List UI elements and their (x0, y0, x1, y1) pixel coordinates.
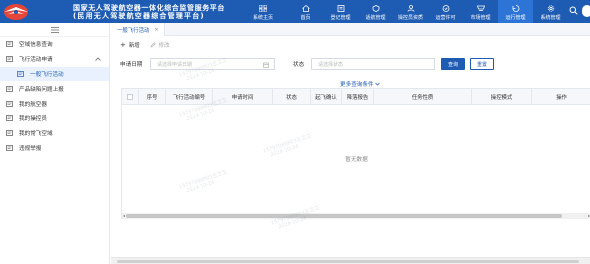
sidebar-item-violation-report[interactable]: 违规举报 (0, 141, 109, 156)
tab-label: 一般飞行活动 (117, 27, 150, 34)
search-button[interactable]: 查询 (441, 58, 465, 70)
nav-label: 登记管理 (330, 15, 351, 21)
scrollbar-thumb[interactable] (117, 260, 579, 263)
hamburger-icon (50, 26, 59, 33)
chevron-up-icon (95, 57, 101, 61)
calendar-icon (263, 62, 269, 68)
edit-button[interactable]: 修改 (150, 41, 170, 49)
search-icon[interactable] (569, 6, 578, 15)
document-icon (6, 56, 13, 63)
add-label: 新增 (128, 43, 140, 49)
license-icon (442, 5, 449, 12)
column-header: 任务性质 (374, 89, 472, 105)
column-header: 操作 (556, 95, 567, 101)
sidebar: 空域信息查询 飞行活动申请 一般飞行活动 产品缺陷问题上报 我的航空器 我的操控… (0, 23, 110, 264)
date-filter-placeholder: 请选择申请日期 (157, 61, 193, 68)
column-header: 状态 (273, 89, 311, 105)
page-horizontal-scrollbar[interactable] (111, 257, 590, 264)
table-horizontal-scrollbar[interactable]: ◂ ▸ (122, 213, 590, 219)
operation-icon (512, 5, 519, 12)
sidebar-item-frequent-airspace[interactable]: 我的常飞空域 (0, 126, 109, 141)
nav-system-home[interactable]: 系统主页 (238, 0, 288, 23)
status-filter-placeholder: 请选择状态 (318, 61, 344, 68)
document-icon (6, 115, 13, 122)
nav-airworthiness[interactable]: 适航管理 (358, 0, 393, 23)
sidebar-item-general-flight[interactable]: 一般飞行活动 (0, 66, 109, 82)
grid-icon (259, 5, 267, 12)
document-icon (6, 100, 13, 107)
nav-label: 系统主页 (252, 15, 273, 21)
home-icon (301, 5, 310, 12)
status-filter-label: 状态 (293, 62, 305, 68)
nav-label: 系统管理 (540, 15, 561, 21)
nav-operation-license[interactable]: 运营许可 (428, 0, 463, 23)
column-header: 降落报告 (342, 89, 374, 105)
platform-title: 国家无人驾驶航空器一体化综合监管服务平台 (民用无人驾驶航空器综合管理平台) (73, 4, 225, 20)
sidebar-item-label: 我的操控员 (19, 116, 47, 123)
plus-icon: + (120, 41, 126, 49)
document-icon (6, 130, 13, 137)
select-all-checkbox[interactable] (127, 94, 133, 100)
nav-register[interactable]: 登记管理 (323, 0, 358, 23)
sidebar-item-flight-application[interactable]: 飞行活动申请 (0, 52, 109, 67)
column-header: 序号 (139, 89, 166, 105)
sidebar-item-label: 违规举报 (19, 145, 42, 152)
top-header: 国家无人驾驶航空器一体化综合监管服务平台 (民用无人驾驶航空器综合管理平台) 系… (0, 0, 590, 23)
scrollbar-thumb[interactable] (126, 214, 562, 218)
table-header: 序号 飞行活动编号 申请时间 状态 起飞确认 降落报告 任务性质 操控模式 操作 (122, 89, 590, 105)
nav-label: 运营许可 (435, 15, 456, 21)
sidebar-item-label: 我的航空器 (19, 101, 47, 108)
document-icon (17, 71, 24, 77)
select-all-cell (122, 89, 139, 105)
nav-market[interactable]: 市场管理 (463, 0, 498, 23)
date-filter-label: 申请日期 (120, 62, 143, 68)
sidebar-item-label: 产品缺陷问题上报 (19, 86, 64, 93)
sidebar-item-airspace-query[interactable]: 空域信息查询 (0, 37, 109, 52)
nav-operation[interactable]: 运行管理 (498, 0, 533, 23)
top-nav: 系统主页 首页 登记管理 适航管理 操控员资质 运营许可 市场管理 运行管理 系… (238, 0, 568, 23)
document-icon (6, 41, 13, 48)
nav-label: 首页 (300, 15, 311, 21)
document-icon (6, 85, 13, 92)
sidebar-item-label: 飞行活动申请 (19, 57, 53, 64)
nav-system-settings[interactable]: 系统管理 (533, 0, 568, 23)
nav-label: 操控员资质 (397, 15, 423, 21)
airworthiness-icon (372, 5, 379, 12)
chevron-down-icon (375, 82, 381, 86)
user-avatar[interactable] (582, 5, 590, 17)
market-icon (476, 5, 485, 11)
caac-logo (3, 2, 29, 22)
edit-icon (150, 42, 156, 48)
sidebar-item-label: 一般飞行活动 (30, 71, 64, 78)
nav-pilot-qualification[interactable]: 操控员资质 (393, 0, 428, 23)
edit-label: 修改 (158, 43, 170, 49)
register-icon (337, 5, 344, 12)
nav-home[interactable]: 首页 (288, 0, 323, 23)
reset-button[interactable]: 重置 (470, 58, 494, 70)
document-icon (6, 145, 13, 151)
more-conditions-toggle[interactable]: 更多查询条件 (340, 80, 381, 88)
sidebar-item-label: 空域信息查询 (19, 42, 53, 49)
status-filter-select[interactable]: 请选择状态 (311, 58, 435, 70)
tab-general-flight[interactable]: 一般飞行活动 × (111, 23, 165, 36)
column-header: 操控模式 (472, 89, 532, 105)
nav-label: 市场管理 (470, 15, 491, 21)
gear-icon (547, 5, 554, 12)
tab-bar: 一般飞行活动 × (111, 23, 590, 36)
empty-state-text: 暂无数据 (345, 157, 368, 163)
sidebar-item-my-pilots[interactable]: 我的操控员 (0, 111, 109, 126)
nav-label: 适航管理 (365, 15, 386, 21)
sidebar-item-label: 我的常飞空域 (19, 131, 53, 138)
sidebar-collapse-toggle[interactable] (0, 23, 109, 37)
add-button[interactable]: + 新增 (120, 41, 140, 49)
sidebar-item-my-aircraft[interactable]: 我的航空器 (0, 96, 109, 111)
platform-title-line1: 国家无人驾驶航空器一体化综合监管服务平台 (73, 3, 225, 12)
action-toolbar: + 新增 修改 (111, 38, 179, 52)
nav-label: 运行管理 (505, 15, 526, 21)
column-header: 起飞确认 (311, 89, 342, 105)
sidebar-item-defect-report[interactable]: 产品缺陷问题上报 (0, 81, 109, 96)
pilot-icon (407, 5, 414, 12)
close-icon[interactable]: × (154, 27, 158, 33)
platform-title-line2: (民用无人驾驶航空器综合管理平台) (73, 11, 205, 20)
